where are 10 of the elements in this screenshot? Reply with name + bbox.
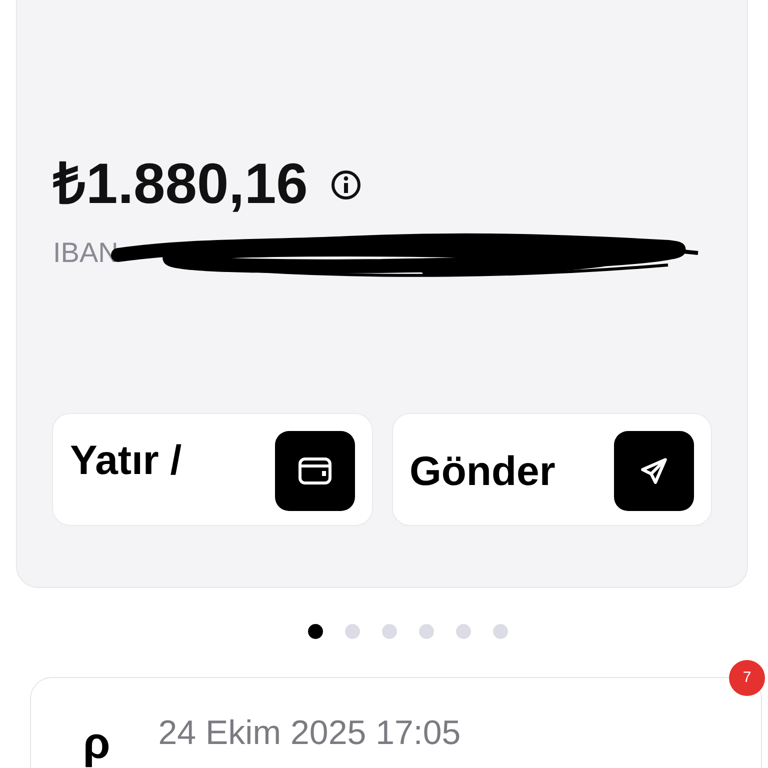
brand-logo: ρ: [83, 718, 110, 766]
balance-amount: ₺1.880,16: [53, 156, 308, 213]
wallet-icon: [298, 456, 332, 486]
notification-badge: 7: [729, 660, 765, 696]
notification-date: 24 Ekim 2025 17:05: [158, 716, 461, 750]
action-label: Gönder: [410, 447, 556, 496]
info-icon[interactable]: [330, 168, 362, 200]
action-button[interactable]: Gönder: [392, 413, 712, 526]
action-button[interactable]: Yatır /: [52, 413, 372, 526]
action-label: Yatır /: [70, 436, 182, 484]
